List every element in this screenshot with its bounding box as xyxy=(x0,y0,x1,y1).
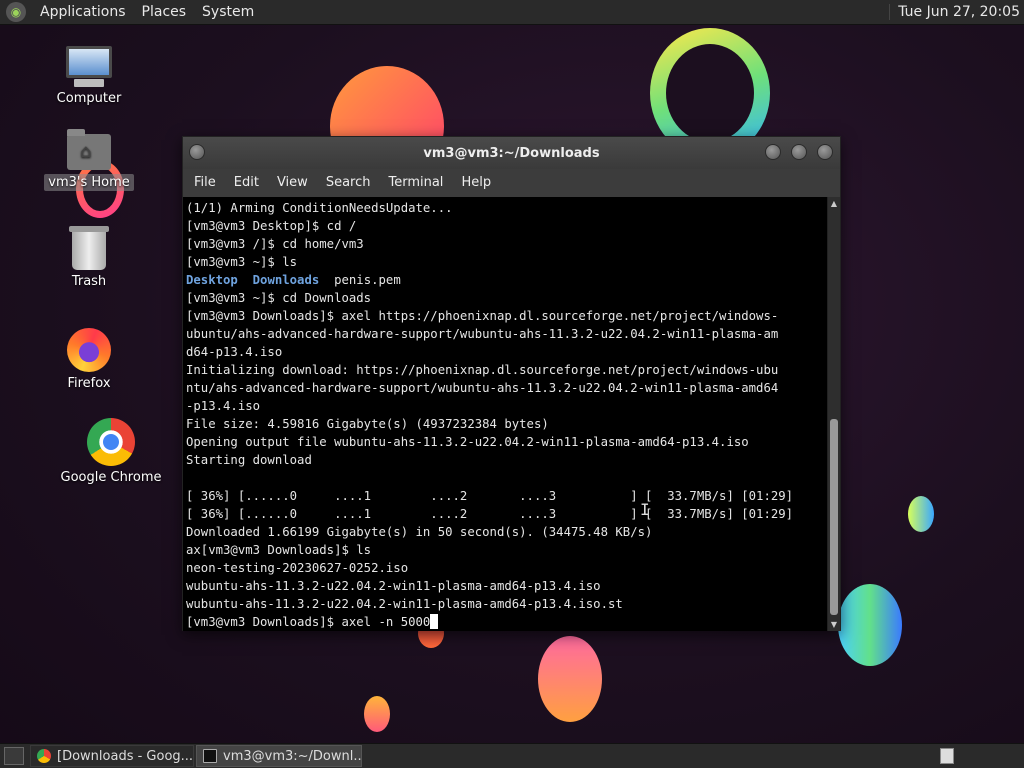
applications-menu[interactable]: Applications xyxy=(32,4,134,20)
terminal-line: [vm3@vm3 Downloads]$ axel https://phoeni… xyxy=(186,309,779,323)
terminal-line: d64-p13.4.iso xyxy=(186,345,283,359)
firefox-icon xyxy=(34,328,144,372)
menu-view[interactable]: View xyxy=(268,175,317,190)
window-titlebar[interactable]: vm3@vm3:~/Downloads xyxy=(183,137,840,169)
desktop-icon-label: Google Chrome xyxy=(60,470,162,485)
terminal-line: ax[vm3@vm3 Downloads]$ ls xyxy=(186,543,372,557)
trash-icon xyxy=(34,226,144,270)
text-cursor xyxy=(430,614,439,629)
file-entry: penis.pem xyxy=(334,273,401,287)
terminal-line: wubuntu-ahs-11.3.2-u22.04.2-win11-plasma… xyxy=(186,579,601,593)
terminal-line: Opening output file wubuntu-ahs-11.3.2-u… xyxy=(186,435,749,449)
taskbar-item-label: vm3@vm3:~/Downl... xyxy=(223,748,362,764)
desktop-icon-label: Trash xyxy=(71,274,107,289)
terminal-line: [vm3@vm3 ~]$ cd Downloads xyxy=(186,291,372,305)
current-command: [vm3@vm3 Downloads]$ axel -n 5000 xyxy=(186,615,431,629)
terminal-line: [vm3@vm3 Desktop]$ cd / xyxy=(186,219,357,233)
mouse-ibeam-cursor-icon: I xyxy=(640,500,650,519)
scrollbar-thumb[interactable] xyxy=(830,419,838,615)
scroll-up-arrow-icon[interactable]: ▲ xyxy=(828,197,840,210)
workspace-switcher[interactable] xyxy=(940,748,954,764)
desktop-icon-home[interactable]: ⌂ vm3's Home xyxy=(34,129,144,191)
terminal-line: Downloaded 1.66199 Gigabyte(s) in 50 sec… xyxy=(186,525,653,539)
wallpaper-shape xyxy=(538,636,602,722)
close-button[interactable] xyxy=(817,144,833,160)
taskbar-item-terminal[interactable]: vm3@vm3:~/Downl... xyxy=(196,745,362,767)
terminal-prompt-line[interactable]: [vm3@vm3 Downloads]$ axel -n 5000 xyxy=(186,613,827,631)
terminal-line: File size: 4.59816 Gigabyte(s) (49372323… xyxy=(186,417,549,431)
terminal-line: -p13.4.iso xyxy=(186,399,261,413)
terminal-line: neon-testing-20230627-0252.iso xyxy=(186,561,409,575)
maximize-button[interactable] xyxy=(791,144,807,160)
bottom-taskbar: [Downloads - Goog... vm3@vm3:~/Downl... xyxy=(0,743,1024,768)
taskbar-item-chrome[interactable]: [Downloads - Goog... xyxy=(30,745,194,767)
system-menu[interactable]: System xyxy=(194,4,262,20)
clock[interactable]: Tue Jun 27, 20:05 xyxy=(889,4,1024,20)
home-folder-icon: ⌂ xyxy=(34,129,144,170)
desktop-icon-firefox[interactable]: Firefox xyxy=(34,328,144,391)
terminal-line: [ 36%] [......0 ....1 ....2 ....3 ] [ 33… xyxy=(186,489,794,503)
scroll-down-arrow-icon[interactable]: ▼ xyxy=(828,618,840,631)
distro-logo-icon[interactable]: ◉ xyxy=(6,2,26,22)
chrome-icon xyxy=(56,418,166,466)
terminal-line: Initializing download: https://phoenixna… xyxy=(186,363,779,377)
menu-terminal[interactable]: Terminal xyxy=(379,175,452,190)
computer-icon xyxy=(34,46,144,87)
desktop-icon-label: Computer xyxy=(56,91,122,106)
menu-search[interactable]: Search xyxy=(317,175,380,190)
desktop-icon-label: Firefox xyxy=(67,376,111,391)
taskbar-item-label: [Downloads - Goog... xyxy=(57,748,194,764)
terminal-menubar: File Edit View Search Terminal Help xyxy=(183,169,840,195)
window-title: vm3@vm3:~/Downloads xyxy=(423,145,600,161)
ls-output-line: Desktop Downloads penis.pem xyxy=(186,271,827,289)
terminal-output[interactable]: (1/1) Arming ConditionNeedsUpdate... [vm3… xyxy=(183,197,827,631)
terminal-window[interactable]: vm3@vm3:~/Downloads File Edit View Searc… xyxy=(182,136,841,631)
terminal-line: [vm3@vm3 ~]$ ls xyxy=(186,255,298,269)
directory-entry: Desktop xyxy=(186,273,238,287)
terminal-icon xyxy=(203,749,217,763)
wallpaper-shape xyxy=(908,496,934,532)
terminal-line: ubuntu/ahs-advanced-hardware-support/wub… xyxy=(186,327,779,341)
terminal-line: [ 36%] [......0 ....1 ....2 ....3 ] [ 33… xyxy=(186,507,794,521)
top-panel: ◉ Applications Places System Tue Jun 27,… xyxy=(0,0,1024,25)
terminal-scrollbar[interactable]: ▲ ▼ xyxy=(827,197,840,631)
desktop-icon-chrome[interactable]: Google Chrome xyxy=(56,418,166,485)
terminal-line: (1/1) Arming ConditionNeedsUpdate... xyxy=(186,201,453,215)
menu-help[interactable]: Help xyxy=(452,175,500,190)
menu-edit[interactable]: Edit xyxy=(225,175,268,190)
terminal-line: wubuntu-ahs-11.3.2-u22.04.2-win11-plasma… xyxy=(186,597,623,611)
places-menu[interactable]: Places xyxy=(134,4,195,20)
wallpaper-shape xyxy=(838,584,902,666)
minimize-button[interactable] xyxy=(765,144,781,160)
terminal-line: Starting download xyxy=(186,453,312,467)
directory-entry: Downloads xyxy=(252,273,320,287)
show-desktop-button[interactable] xyxy=(4,747,24,765)
desktop-icon-trash[interactable]: Trash xyxy=(34,226,144,289)
terminal-line: [vm3@vm3 /]$ cd home/vm3 xyxy=(186,237,364,251)
wallpaper-shape xyxy=(364,696,390,732)
desktop-icon-label: vm3's Home xyxy=(44,174,134,191)
menu-file[interactable]: File xyxy=(185,175,225,190)
chrome-icon xyxy=(37,749,51,763)
desktop-icon-computer[interactable]: Computer xyxy=(34,46,144,106)
terminal-line: ntu/ahs-advanced-hardware-support/wubunt… xyxy=(186,381,779,395)
